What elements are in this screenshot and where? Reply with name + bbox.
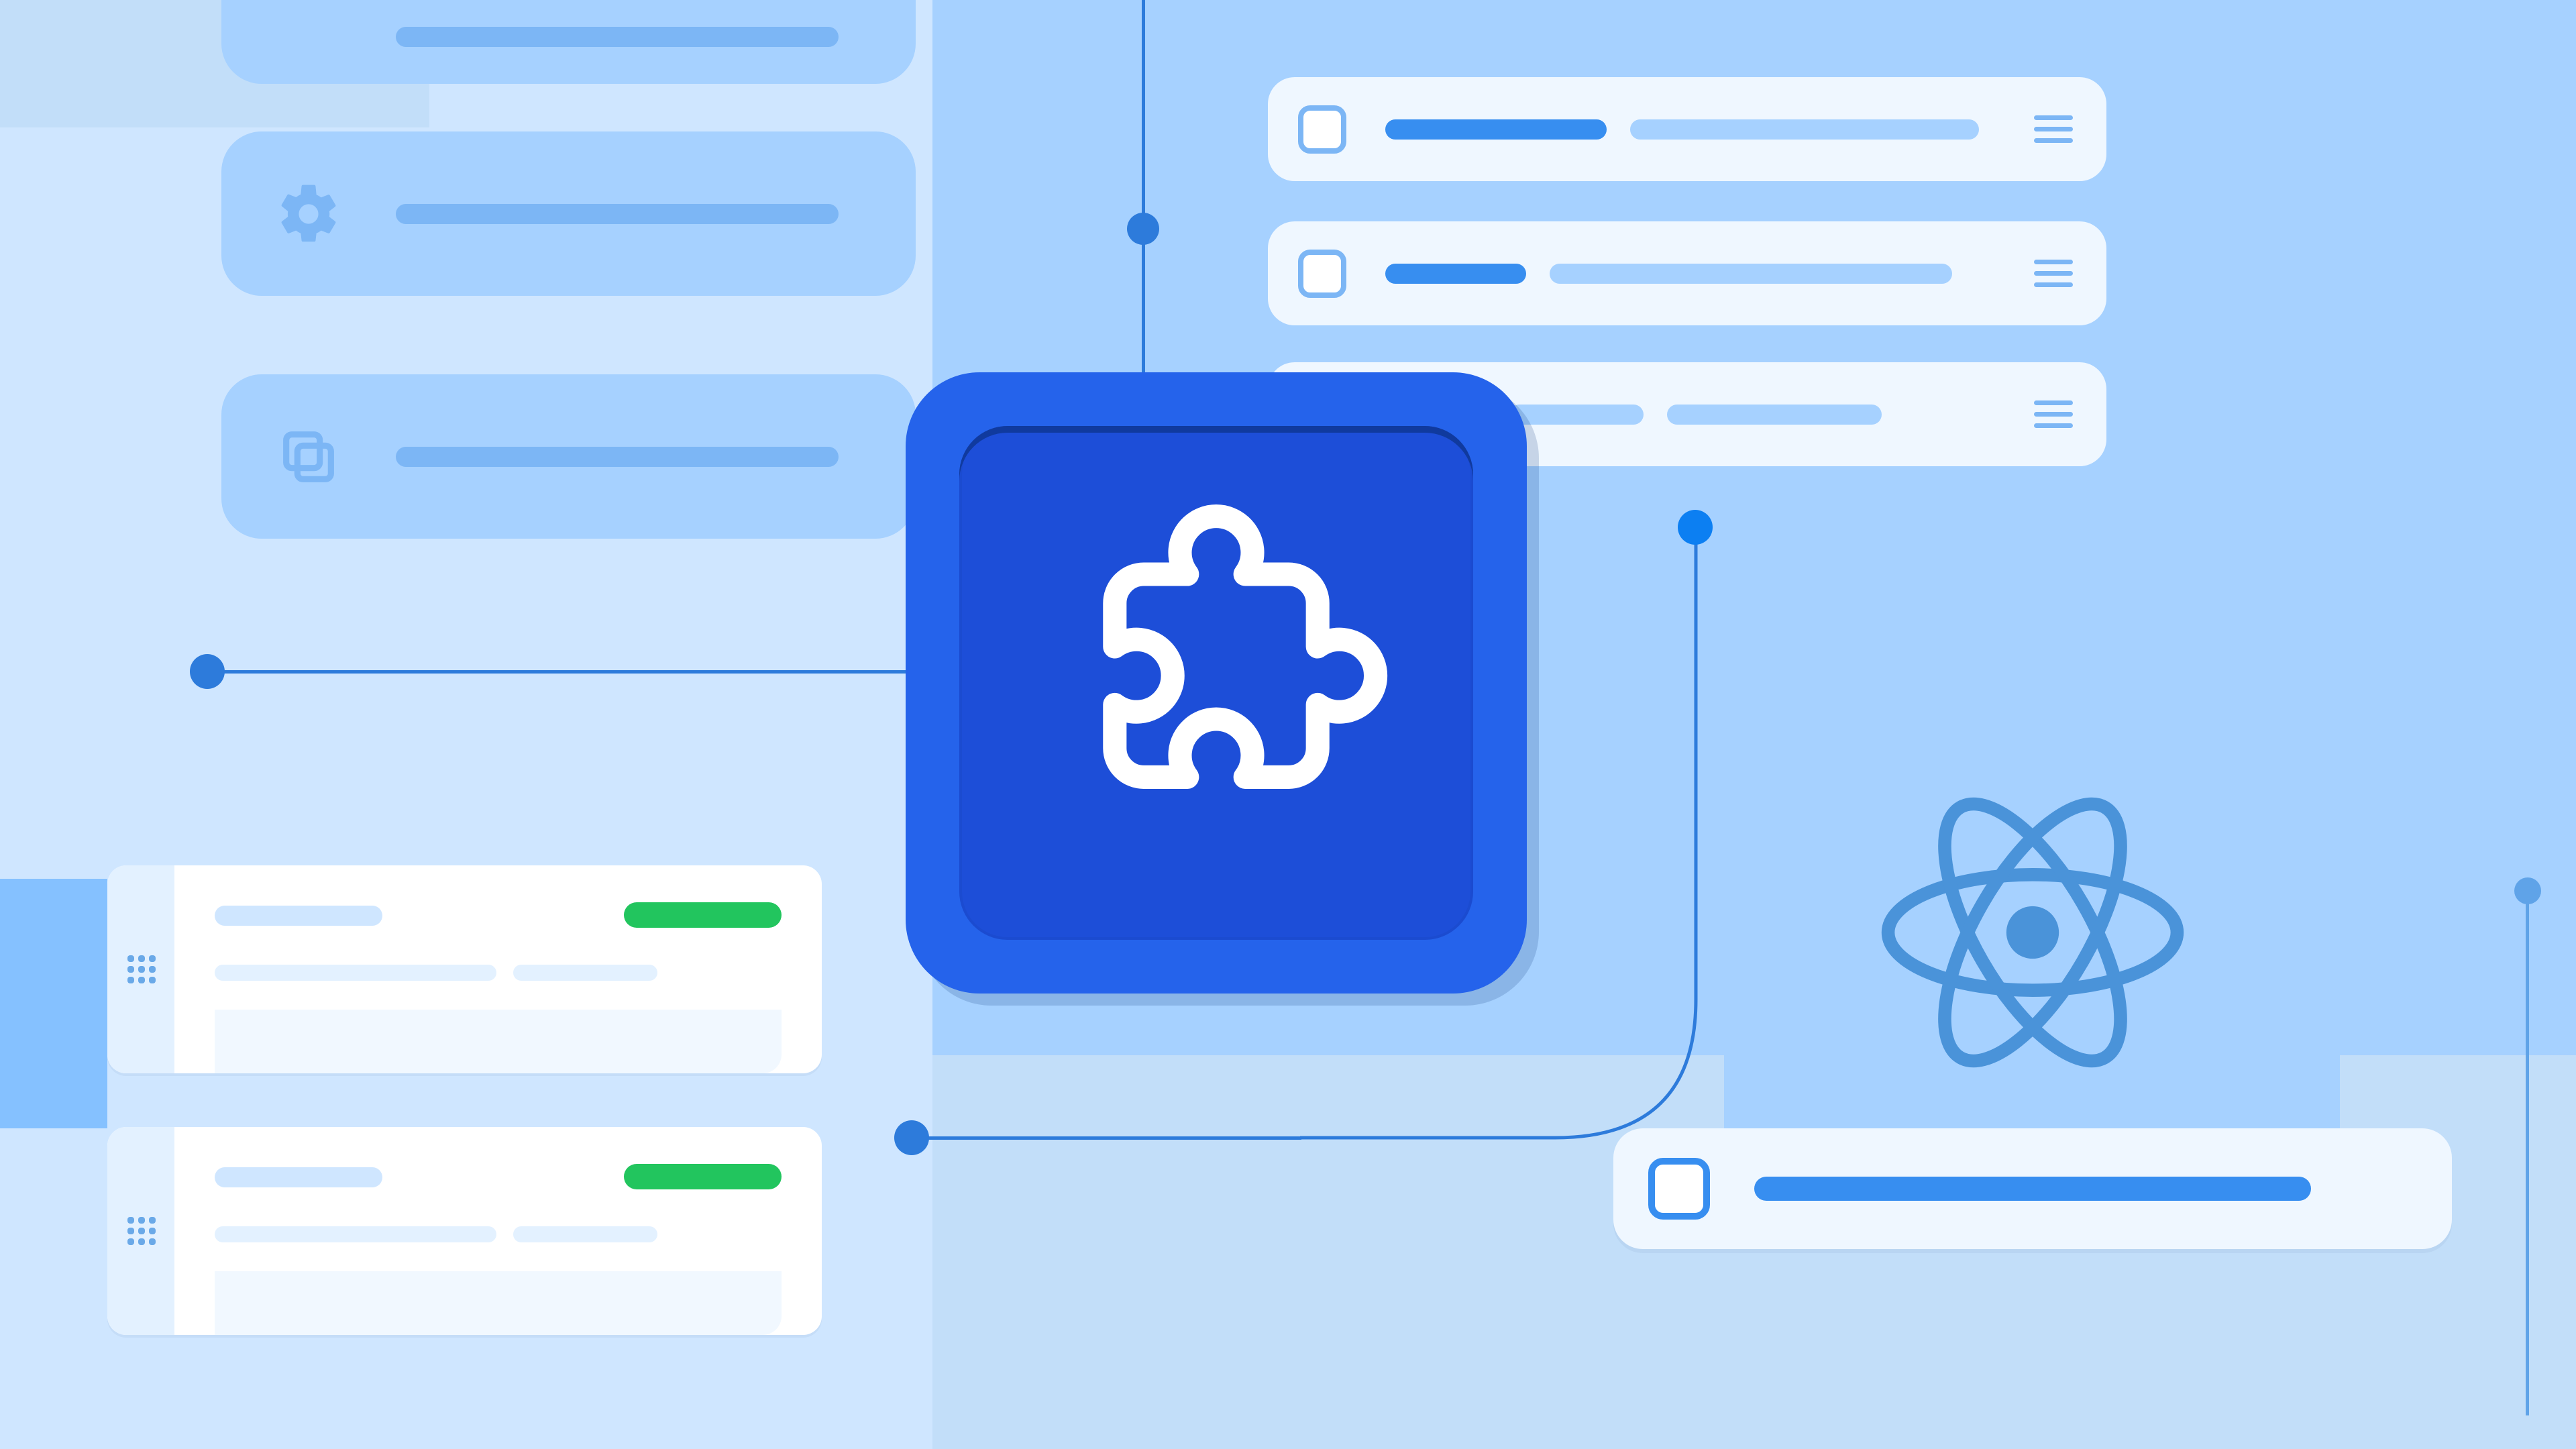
- option-card: [221, 374, 916, 539]
- puzzle-icon: [1035, 502, 1397, 864]
- placeholder-line: [396, 27, 839, 47]
- placeholder-line: [1385, 119, 1607, 140]
- list-row: [1268, 221, 2106, 325]
- status-badge: [624, 902, 782, 928]
- placeholder-line: [1550, 264, 1952, 284]
- placeholder-line: [215, 965, 496, 981]
- status-card: [107, 865, 822, 1073]
- grid-drag-icon: [127, 955, 156, 983]
- placeholder-line: [513, 1226, 657, 1242]
- checkbox-icon: [1648, 1158, 1710, 1220]
- list-row: [1613, 1128, 2452, 1249]
- plugin-tile-inner: [959, 426, 1473, 940]
- connector-line: [2526, 899, 2529, 1415]
- placeholder-line: [215, 1167, 382, 1187]
- gear-icon: [275, 180, 342, 248]
- placeholder-line: [513, 965, 657, 981]
- grid-drag-icon: [127, 1217, 156, 1245]
- bg-panel: [0, 879, 107, 1128]
- connector-line: [926, 1136, 1301, 1140]
- card-side: [107, 1127, 174, 1335]
- option-card: [221, 131, 916, 296]
- connector-line: [1142, 0, 1145, 372]
- placeholder-line: [1754, 1177, 2311, 1201]
- layers-icon: [275, 423, 342, 490]
- drag-handle-icon: [2034, 400, 2073, 429]
- card-footer: [215, 1271, 782, 1335]
- connector-node: [894, 1120, 929, 1155]
- status-card: [107, 1127, 822, 1335]
- connector-node: [1678, 510, 1713, 545]
- placeholder-line: [1667, 405, 1882, 425]
- placeholder-line: [1509, 405, 1644, 425]
- card-footer: [215, 1010, 782, 1073]
- connector-node: [190, 654, 225, 689]
- placeholder-line: [1630, 119, 1979, 140]
- placeholder-line: [215, 1226, 496, 1242]
- react-icon: [1875, 775, 2190, 1090]
- placeholder-line: [396, 204, 839, 224]
- list-row: [1268, 77, 2106, 181]
- drag-handle-icon: [2034, 260, 2073, 288]
- drag-handle-icon: [2034, 115, 2073, 144]
- placeholder-line: [396, 447, 839, 467]
- card-side: [107, 865, 174, 1073]
- connector-line: [223, 670, 906, 674]
- checkbox-icon: [1298, 250, 1346, 298]
- option-card: [221, 0, 916, 84]
- plugin-tile: [906, 372, 1527, 994]
- placeholder-line: [1385, 264, 1526, 284]
- checkbox-icon: [1298, 105, 1346, 154]
- status-badge: [624, 1164, 782, 1189]
- connector-node: [2514, 877, 2541, 904]
- connector-node: [1127, 213, 1159, 245]
- placeholder-line: [215, 906, 382, 926]
